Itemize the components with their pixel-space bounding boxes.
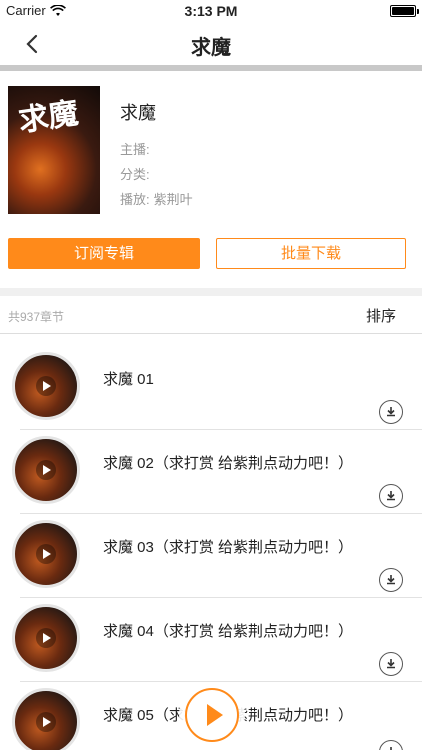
track-title: 求魔 02（求打赏 给紫荆点动力吧！） — [103, 455, 354, 472]
track-title: 求魔 01 — [103, 371, 154, 388]
play-icon — [36, 376, 56, 396]
narrator-value: 紫荆叶 — [153, 192, 193, 207]
category-label: 分类: — [120, 167, 150, 182]
action-buttons: 订阅专辑 批量下载 — [0, 236, 422, 272]
subscribe-button[interactable]: 订阅专辑 — [8, 238, 200, 269]
host-label: 主播: — [120, 142, 150, 157]
play-icon — [36, 544, 56, 564]
status-time: 3:13 PM — [184, 3, 238, 19]
list-header: 共937章节 排序 — [0, 296, 422, 334]
album-info: 求魔 求魔 主播: 分类: 播放: 紫荆叶 — [0, 71, 422, 221]
track-thumbnail[interactable] — [12, 352, 80, 420]
album-cover[interactable]: 求魔 — [8, 86, 100, 214]
album-name: 求魔 — [120, 103, 156, 123]
nav-bar: 求魔 — [0, 22, 422, 66]
status-bar: Carrier 3:13 PM — [0, 0, 422, 22]
page-title: 求魔 — [191, 37, 231, 59]
download-icon[interactable] — [379, 740, 403, 750]
sort-button[interactable]: 排序 — [366, 305, 396, 326]
track-row[interactable]: 求魔 02（求打赏 给紫荆点动力吧！） — [0, 418, 422, 514]
track-row[interactable]: 求魔 04（求打赏 给紫荆点动力吧！） — [0, 586, 422, 682]
battery-icon — [390, 5, 419, 17]
track-thumbnail[interactable] — [12, 520, 80, 588]
narrator-label: 播放: — [120, 192, 150, 207]
host-row: 主播: — [120, 139, 154, 158]
track-row[interactable]: 求魔 03（求打赏 给紫荆点动力吧！） — [0, 502, 422, 598]
section-divider — [0, 288, 422, 296]
track-row[interactable]: 求魔 01 — [0, 334, 422, 430]
track-thumbnail[interactable] — [12, 436, 80, 504]
category-row: 分类: — [120, 164, 154, 183]
track-thumbnail[interactable] — [12, 688, 80, 750]
batch-download-button[interactable]: 批量下载 — [216, 238, 406, 269]
play-icon — [36, 712, 56, 732]
chapter-count: 共937章节 — [8, 310, 65, 324]
track-title: 求魔 04（求打赏 给紫荆点动力吧！） — [103, 623, 354, 640]
play-icon — [36, 628, 56, 648]
track-title: 求魔 03（求打赏 给紫荆点动力吧！） — [103, 539, 354, 556]
play-icon — [36, 460, 56, 480]
player-play-button[interactable] — [185, 688, 239, 742]
cover-title: 求魔 — [16, 95, 81, 139]
narrator-row: 播放: 紫荆叶 — [120, 189, 193, 208]
track-thumbnail[interactable] — [12, 604, 80, 672]
